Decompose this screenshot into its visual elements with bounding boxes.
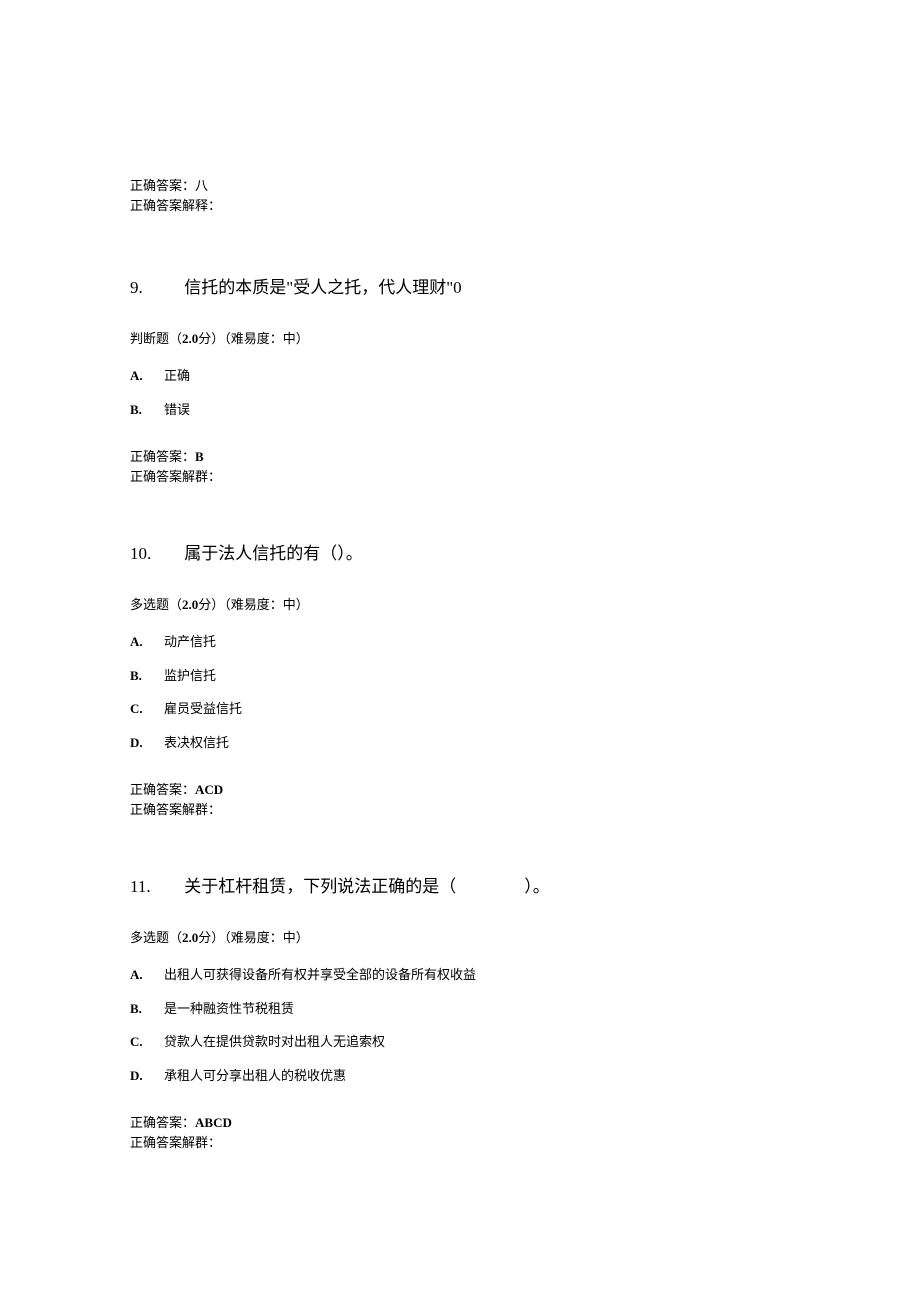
question-10: 10. 属于法人信托的有（）。 多选题（2.0分）（难易度：中） A. 动产信托… [130, 541, 790, 819]
prev-answer-value: 八 [195, 178, 208, 193]
answer-line: 正确答案：ACD [130, 780, 790, 800]
explanation-line: 正确答案解群： [130, 800, 790, 820]
option-text: 动产信托 [164, 632, 790, 652]
option-text: 承租人可分享出租人的税收优惠 [164, 1066, 790, 1086]
question-10-title: 10. 属于法人信托的有（）。 [130, 541, 790, 567]
question-9-points: 2.0 [182, 331, 198, 346]
option-letter: D. [130, 1066, 164, 1086]
answer-value: ACD [195, 782, 223, 797]
option-letter: D. [130, 733, 164, 753]
option-text: 是一种融资性节税租赁 [164, 999, 790, 1019]
question-10-text: 属于法人信托的有（）。 [184, 544, 363, 563]
option-letter: B. [130, 400, 164, 420]
option-row: B. 监护信托 [130, 666, 790, 686]
prev-answer-block: 正确答案：八 正确答案解释： [130, 176, 790, 215]
answer-label: 正确答案： [130, 782, 195, 797]
option-letter: B. [130, 999, 164, 1019]
option-row: C. 雇员受益信托 [130, 699, 790, 719]
option-text: 表决权信托 [164, 733, 790, 753]
option-letter: A. [130, 965, 164, 985]
option-row: D. 表决权信托 [130, 733, 790, 753]
option-letter: A. [130, 632, 164, 652]
question-9-type: 判断题（ [130, 331, 182, 346]
option-text: 错误 [164, 400, 790, 420]
question-10-points: 2.0 [182, 597, 198, 612]
option-row: C. 贷款人在提供贷款时对出租人无追索权 [130, 1032, 790, 1052]
answer-label: 正确答案： [130, 1115, 195, 1130]
answer-line: 正确答案：B [130, 447, 790, 467]
answer-line: 正确答案：ABCD [130, 1113, 790, 1133]
option-text: 监护信托 [164, 666, 790, 686]
question-9-meta: 判断题（2.0分）（难易度：中） [130, 329, 790, 349]
question-11-title: 11. 关于杠杆租赁，下列说法正确的是（ ）。 [130, 874, 790, 900]
option-row: D. 承租人可分享出租人的税收优惠 [130, 1066, 790, 1086]
option-row: A. 出租人可获得设备所有权并享受全部的设备所有权收益 [130, 965, 790, 985]
option-text: 雇员受益信托 [164, 699, 790, 719]
question-11-answer: 正确答案：ABCD 正确答案解群： [130, 1113, 790, 1152]
answer-value: B [195, 449, 204, 464]
question-11: 11. 关于杠杆租赁，下列说法正确的是（ ）。 多选题（2.0分）（难易度：中）… [130, 874, 790, 1152]
option-text: 贷款人在提供贷款时对出租人无追索权 [164, 1032, 790, 1052]
answer-label: 正确答案： [130, 449, 195, 464]
option-row: A. 正确 [130, 366, 790, 386]
explanation-line: 正确答案解群： [130, 467, 790, 487]
question-9-options: A. 正确 B. 错误 [130, 366, 790, 419]
answer-value: ABCD [195, 1115, 232, 1130]
option-letter: A. [130, 366, 164, 386]
option-row: A. 动产信托 [130, 632, 790, 652]
question-10-meta: 多选题（2.0分）（难易度：中） [130, 595, 790, 615]
option-row: B. 错误 [130, 400, 790, 420]
question-9-number: 9. [130, 275, 180, 301]
question-10-points-after: 分）（难易度：中） [198, 597, 309, 612]
question-11-text: 关于杠杆租赁，下列说法正确的是（ ）。 [184, 877, 550, 896]
option-letter: C. [130, 699, 164, 719]
option-row: B. 是一种融资性节税租赁 [130, 999, 790, 1019]
option-letter: B. [130, 666, 164, 686]
question-11-number: 11. [130, 874, 180, 900]
question-11-points: 2.0 [182, 930, 198, 945]
question-11-type: 多选题（ [130, 930, 182, 945]
option-text: 出租人可获得设备所有权并享受全部的设备所有权收益 [164, 965, 790, 985]
question-9-answer: 正确答案：B 正确答案解群： [130, 447, 790, 486]
prev-explanation-line: 正确答案解释： [130, 196, 790, 216]
explanation-line: 正确答案解群： [130, 1133, 790, 1153]
option-text: 正确 [164, 366, 790, 386]
question-11-meta: 多选题（2.0分）（难易度：中） [130, 928, 790, 948]
question-10-type: 多选题（ [130, 597, 182, 612]
question-10-answer: 正确答案：ACD 正确答案解群： [130, 780, 790, 819]
question-9-title: 9. 信托的本质是"受人之托，代人理财"0 [130, 275, 790, 301]
question-11-points-after: 分）（难易度：中） [198, 930, 309, 945]
option-letter: C. [130, 1032, 164, 1052]
question-9-points-after: 分）（难易度：中） [198, 331, 309, 346]
prev-answer-line: 正确答案：八 [130, 176, 790, 196]
question-9: 9. 信托的本质是"受人之托，代人理财"0 判断题（2.0分）（难易度：中） A… [130, 275, 790, 486]
prev-answer-label: 正确答案： [130, 178, 195, 193]
question-10-number: 10. [130, 541, 180, 567]
question-10-options: A. 动产信托 B. 监护信托 C. 雇员受益信托 D. 表决权信托 [130, 632, 790, 752]
question-9-text: 信托的本质是"受人之托，代人理财"0 [184, 278, 461, 297]
question-11-options: A. 出租人可获得设备所有权并享受全部的设备所有权收益 B. 是一种融资性节税租… [130, 965, 790, 1085]
